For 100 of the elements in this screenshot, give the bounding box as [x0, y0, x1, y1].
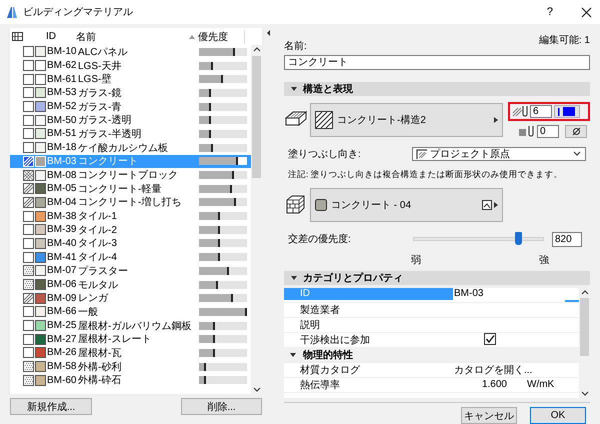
material-name: 外構-砕石 [78, 374, 122, 388]
material-id: BM-50 [47, 114, 75, 126]
material-id: BM-62 [47, 60, 75, 72]
app-icon [6, 6, 18, 18]
material-row[interactable]: BM-25 屋根材-ガルバリウム鋼板 [10, 318, 251, 332]
submenu-arrow-icon [494, 202, 498, 208]
material-row[interactable]: BM-40 タイル-3 [10, 236, 251, 250]
material-id: BM-03 [47, 156, 75, 167]
priority-bar [199, 253, 247, 262]
property-group[interactable]: 物理的特性 [284, 348, 579, 363]
property-row[interactable]: 説明 [284, 318, 579, 333]
column-header[interactable]: 名前 [76, 30, 188, 44]
material-row[interactable]: BM-66 一般 [10, 305, 251, 319]
material-row[interactable]: BM-26 屋根材-瓦 [10, 346, 251, 360]
material-row[interactable]: BM-10ALCパネル [10, 45, 251, 59]
material-row[interactable]: BM-61 LGS-壁 [10, 72, 251, 86]
priority-bar [199, 102, 247, 111]
material-name: コンクリート-軽量 [78, 182, 162, 196]
section-title: カテゴリとプロパティ [303, 271, 403, 285]
material-row[interactable]: BM-51 ガラス-半透明 [10, 127, 251, 141]
priority-bar [199, 171, 247, 180]
material-row[interactable]: BM-09 レンガ [10, 291, 251, 306]
ok-button[interactable]: OK [530, 407, 586, 424]
priority-bar [199, 116, 247, 124]
material-name: 屋根材-スレート [78, 332, 152, 346]
material-id: BM-41 [47, 252, 75, 263]
field-label: 名前: [284, 40, 307, 53]
material-row[interactable]: BM-62 LGS-天井 [10, 58, 251, 72]
priority-bar [199, 335, 247, 344]
cancel-button[interactable]: キャンセル [461, 407, 517, 424]
material-row[interactable]: BM-41 タイル-4 [10, 250, 251, 264]
material-name: LGS-天井 [78, 60, 122, 73]
cut-fill-button[interactable]: コンクリート-構造2 [310, 102, 503, 137]
name-field[interactable]: コンクリート [284, 54, 590, 70]
material-row[interactable]: BM-05 コンクリート-軽量 [10, 182, 251, 196]
material-id: BM-61 [47, 74, 75, 85]
new-button[interactable]: 新規作成... [10, 398, 92, 415]
material-row[interactable]: BM-58外構-砂利 [10, 360, 251, 374]
delete-button[interactable]: 削除... [181, 398, 262, 415]
priority-bar [199, 308, 247, 316]
material-row[interactable]: BM-07 プラスター [10, 264, 251, 278]
priority-bar [199, 212, 247, 220]
column-header[interactable]: 優先度 [197, 30, 245, 44]
property-row[interactable]: 熱伝導率 1.600 W/mK [284, 378, 579, 393]
property-row[interactable]: 製造業者 [284, 302, 579, 318]
material-row[interactable]: BM-38 タイル-1 [10, 209, 251, 223]
material-id: BM-10 [47, 46, 75, 58]
collapse-arrow-icon[interactable] [267, 30, 271, 36]
color-swatch [35, 87, 46, 98]
help-button[interactable]: ? [546, 6, 553, 18]
hatch-swatch-icon [315, 110, 333, 129]
material-row[interactable]: BM-06 モルタル [10, 278, 251, 292]
background-pen-field[interactable]: 0 [537, 124, 559, 138]
material-row[interactable]: BM-52 ガラス-青 [10, 100, 251, 114]
orientation-dropdown[interactable]: プロジェクト原点 [412, 146, 586, 161]
pen-color-button[interactable] [554, 104, 580, 118]
surface-swatch-icon [315, 198, 327, 211]
material-row[interactable]: BM-04 コンクリート-増し打ち [10, 196, 251, 210]
color-swatch [35, 252, 46, 263]
color-swatch [35, 128, 46, 140]
scroll-down-icon[interactable] [252, 385, 262, 394]
material-row[interactable]: BM-39 タイル-2 [10, 222, 251, 237]
material-row[interactable]: BM-53 ガラス-鏡 [10, 86, 251, 100]
texture-icon [482, 200, 492, 210]
color-swatch [35, 279, 46, 290]
material-id: BM-66 [47, 306, 75, 318]
material-id: BM-53 [47, 87, 75, 98]
material-id: BM-04 [47, 196, 75, 208]
section-header[interactable]: カテゴリとプロパティ [284, 270, 590, 285]
scroll-down-icon[interactable] [580, 389, 590, 398]
material-row[interactable]: BM-27 屋根材-スレート [10, 332, 251, 346]
priority-bar [199, 376, 247, 384]
priority-bar [199, 62, 247, 70]
section-header[interactable]: 構造と表現 [284, 82, 590, 96]
scrollbar-thumb[interactable] [252, 56, 261, 178]
color-swatch [35, 114, 46, 126]
material-name: ケイ酸カルシウム板 [78, 142, 169, 155]
material-name: 屋根材-瓦 [78, 346, 122, 360]
material-name: LGS-壁 [78, 72, 112, 86]
no-pen-button[interactable] [565, 124, 587, 138]
priority-slider[interactable] [413, 232, 544, 246]
close-icon[interactable] [581, 6, 592, 18]
scroll-up-icon[interactable] [580, 288, 590, 297]
material-row[interactable]: BM-08 コンクリートブロック [10, 168, 251, 182]
priority-field[interactable]: 820 [552, 232, 582, 247]
slider-min-label: 弱 [411, 254, 421, 267]
scrollbar-thumb[interactable] [580, 298, 589, 356]
property-row[interactable]: ID BM-03 [284, 288, 579, 303]
priority-bar [199, 75, 247, 84]
column-header[interactable]: ID [46, 31, 76, 42]
surface-button[interactable]: コンクリート - 04 [310, 188, 503, 222]
checkbox[interactable] [484, 332, 496, 345]
pen-field[interactable]: 6 [530, 104, 552, 118]
material-id: BM-38 [47, 210, 75, 222]
material-row[interactable]: BM-50 ガラス-透明 [10, 113, 251, 128]
property-unit: W/mK [526, 379, 556, 390]
scroll-up-icon[interactable] [252, 45, 262, 54]
material-row[interactable]: BM-18ケイ酸カルシウム板 [10, 140, 251, 154]
property-row[interactable]: 材質カタログ カタログを開く... [284, 362, 579, 378]
material-row[interactable]: BM-60外構-砕石 [10, 374, 251, 388]
